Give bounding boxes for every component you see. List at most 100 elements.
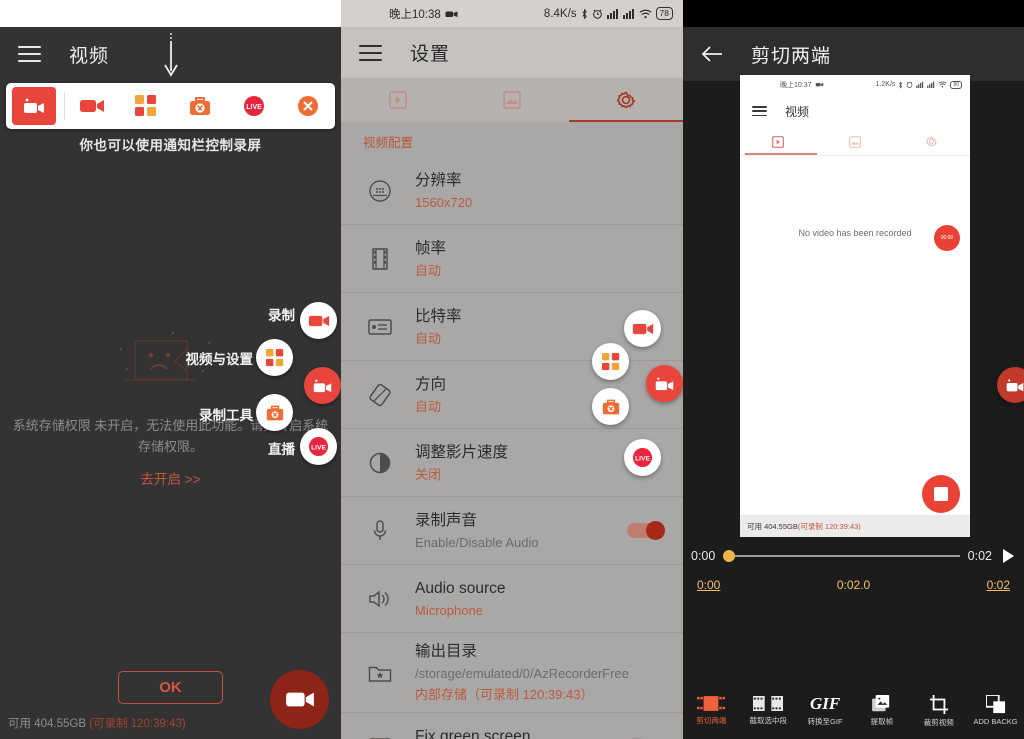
bubble-live[interactable]: LIVE [300,428,337,465]
seek-thumb[interactable] [723,550,736,562]
signal-icon [916,81,924,88]
settings-row-audio-source[interactable]: Audio source Microphone [341,565,683,633]
tool-add-background[interactable]: ADD BACKG [967,693,1024,739]
bubble-settings[interactable] [592,343,629,380]
close-circle-icon[interactable] [281,95,335,117]
hamburger-icon[interactable] [18,46,41,62]
tab-settings[interactable] [569,78,683,122]
wifi-icon [639,9,651,18]
three-panel-screenshot: 视频 LIVE 你也可以使用通知栏控制录屏 系统存储权限 未开启，无法使用此功能… [0,0,1024,739]
bubble-record[interactable] [300,302,337,339]
settings-row-orientation[interactable]: 方向 自动 [341,361,683,429]
tool-crop-video[interactable]: 裁剪视频 [910,693,967,739]
preview-status-right: 1.2K/s 80 [875,80,962,89]
trim-labels: 0:00 0:02.0 0:02 [683,578,1024,592]
settings-row-fix-green-screen[interactable]: Fix green screen 开启该项以修复视频颜色反转问题 [341,713,683,739]
hamburger-icon[interactable] [359,44,382,61]
settings-row-record-audio[interactable]: 录制声音 Enable/Disable Audio [341,497,683,565]
arrow-left-icon[interactable] [701,45,723,63]
seek-slider[interactable] [723,550,960,562]
toolbox-icon[interactable] [173,95,227,117]
storage-recordable: (可录制 120:39:43) [89,718,186,730]
gif-icon: GIF [809,694,841,713]
status-bar-right: 8.4K/s 78 [544,7,673,20]
status-time: 晚上10:38 [389,8,441,21]
row-title: 输出目录 [415,643,478,660]
record-fab[interactable] [270,670,329,729]
speaker-icon [363,588,397,610]
tool-label: 截取选中段 [749,716,787,725]
panel-recorder-home: 视频 LIVE 你也可以使用通知栏控制录屏 系统存储权限 未开启，无法使用此功能… [0,0,341,739]
tool-convert-gif[interactable]: GIF 转换至GIF [797,693,854,739]
arrow-down-icon [164,33,178,77]
bubble-record[interactable] [624,310,661,347]
record-audio-toggle[interactable] [627,521,665,540]
settings-row-framerate[interactable]: 帧率 自动 [341,225,683,293]
preview-tab-bar [740,128,970,156]
preview-stop-button[interactable] [922,475,960,513]
tool-cut-middle[interactable]: 截取选中段 [740,693,797,739]
preview-title: 视频 [785,104,810,119]
video-preview[interactable]: 晚上10:37 1.2K/s 80 视频 No video has been r… [740,75,970,537]
storage-free: 可用 404.55GB [8,718,90,730]
network-speed: 8.4K/s [543,7,577,20]
preview-tab-indicator [745,153,817,155]
bubble-label-settings: 视频与设置 [185,352,254,367]
battery-level: 78 [655,7,673,20]
permission-link[interactable]: 去开启 >> [0,468,341,488]
tool-label: 提取帧 [870,717,894,726]
alarm-icon [907,81,913,88]
notification-control-toolbar[interactable]: LIVE [6,83,335,129]
tab-image[interactable] [455,78,569,122]
row-value: Microphone [415,602,483,618]
trim-duration-label: 0:02.0 [836,578,871,592]
bubble-camcorder-main[interactable] [646,365,683,402]
row-value: 1560x720 [415,194,473,210]
microphone-icon [363,519,397,543]
row-title: 录制声音 [415,511,478,529]
svg-text:LIVE: LIVE [246,104,262,111]
preview-battery: 80 [950,80,962,89]
grid-icon[interactable] [119,95,173,117]
tab-image[interactable] [817,128,894,155]
app-bar: 剪切两端 [683,27,1024,81]
bubble-live[interactable]: LIVE [624,439,661,476]
tool-extract-frame[interactable]: 提取帧 [853,693,910,739]
hamburger-icon[interactable] [752,106,767,116]
video-camera-icon[interactable] [65,98,119,114]
tab-video[interactable] [341,78,455,122]
preview-speed: 1.2K/s [875,81,896,88]
ok-button[interactable]: OK [118,671,223,704]
preview-storage-free: 可用 404.55GB [747,521,798,531]
recording-icon [815,82,823,87]
tab-video[interactable] [740,128,817,155]
settings-row-resolution[interactable]: 分辨率 1560x720 [341,157,683,225]
bubble-settings[interactable] [256,339,293,376]
preview-storage-rec: (可录制 120:39:43) [797,521,861,531]
status-bar [683,0,1024,27]
tab-bar [341,78,683,122]
seek-bar-row[interactable]: 0:00 0:02 [683,544,1024,568]
tool-trim-ends[interactable]: 剪切两端 [683,693,740,739]
status-bar [0,0,341,27]
row-storage-info: 内部存储（可录制 120:39:43） [415,687,594,702]
bubble-tools[interactable] [592,388,629,425]
live-icon[interactable]: LIVE [227,95,281,117]
bitrate-icon [363,318,397,336]
tool-label: 裁剪视频 [923,718,954,727]
camcorder-icon[interactable] [12,87,56,125]
settings-row-output-dir[interactable]: 输出目录 /storage/emulated/0/AzRecorderFree … [341,633,683,713]
editor-toolbar: 剪切两端 截取选中段 GIF 转换至GIF 提取帧 裁剪视频 ADD BACKG [683,693,1024,739]
preview-app-bar: 视频 [740,94,970,128]
svg-text:LIVE: LIVE [311,444,326,451]
bubble-camcorder-main[interactable] [304,367,341,404]
row-title: 分辨率 [415,171,462,189]
row-text: 输出目录 /storage/emulated/0/AzRecorderFree … [415,641,665,704]
page-title: 设置 [410,44,451,65]
signal-icon [927,81,935,88]
bubble-tools[interactable] [256,394,293,431]
play-icon[interactable] [1000,548,1016,564]
tool-label: 转换至GIF [807,717,843,726]
tab-settings[interactable] [893,128,970,155]
bubble-camcorder-main[interactable] [997,367,1024,403]
